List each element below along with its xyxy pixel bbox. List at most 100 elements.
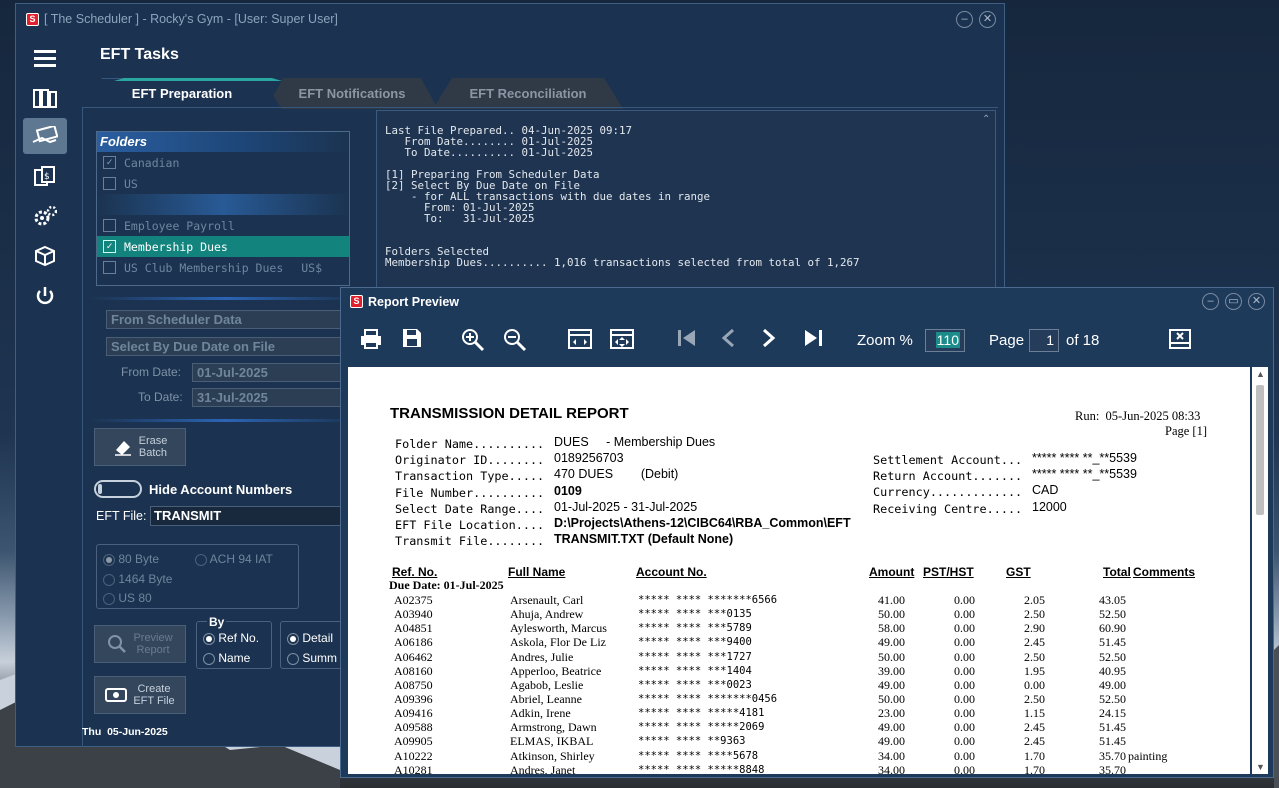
table-cell: ***** **** ***9400 (638, 636, 752, 649)
maximize-button[interactable]: ▭ (1225, 293, 1242, 310)
log-line: Membership Dues.......... 1,016 transact… (385, 256, 860, 269)
header-value: 470 DUES (Debit) (554, 467, 679, 482)
next-page-icon[interactable] (762, 328, 776, 351)
radio-detail[interactable] (287, 632, 299, 645)
radio-us-80[interactable] (103, 592, 115, 605)
menu-icon[interactable] (23, 40, 67, 76)
source-select[interactable]: From Scheduler Data (106, 310, 346, 329)
zoom-out-icon[interactable] (503, 328, 527, 355)
folder-item-membership-dues[interactable]: ✓ Membership Dues (97, 236, 349, 257)
close-button[interactable]: ✕ (979, 11, 996, 28)
header-label: Currency............. (873, 485, 1023, 500)
header-label: Transaction Type..... (395, 469, 545, 484)
radio-1464-byte[interactable] (103, 573, 115, 586)
tab-eft-notifications[interactable]: EFT Notifications (266, 78, 438, 109)
table-cell: ***** **** *****8848 (638, 763, 765, 774)
table-row: A10281 Andres, Janet ***** **** *****8848 3… (394, 763, 1206, 774)
table-cell: 0.00 (954, 593, 975, 608)
table-cell: Abriel, Leanne (510, 692, 582, 707)
save-icon[interactable] (402, 328, 422, 351)
last-page-icon[interactable] (803, 328, 823, 351)
documents-icon[interactable]: $ (23, 158, 67, 194)
folder-item-us-club-dues[interactable]: US Club Membership Dues US$ (97, 257, 349, 278)
table-cell: A10222 (394, 748, 433, 763)
table-cell: 0.00 (954, 706, 975, 721)
preview-report-button[interactable]: Preview Report (94, 625, 186, 663)
minimize-button[interactable]: – (956, 11, 973, 28)
method-select[interactable]: Select By Due Date on File (106, 337, 346, 356)
create-eft-file-button[interactable]: Create EFT File (94, 676, 186, 714)
section-divider (90, 419, 360, 422)
page-count: of 18 (1066, 332, 1100, 349)
eft-file-input[interactable]: TRANSMIT (150, 506, 350, 526)
header-label: Originator ID........ (395, 453, 545, 468)
table-cell: 0.00 (954, 677, 975, 692)
to-date-field[interactable]: 31-Jul-2025 (192, 388, 346, 407)
close-preview-icon[interactable] (1169, 329, 1191, 352)
table-cell: A06186 (394, 635, 433, 650)
table-cell: ***** **** *******6566 (638, 594, 778, 607)
folder-item-employee-payroll[interactable]: Employee Payroll (97, 215, 349, 236)
fit-page-icon[interactable] (610, 328, 634, 353)
report-title-bar: S Report Preview (341, 288, 1273, 315)
table-cell: 0.00 (954, 649, 975, 664)
table-cell: 2.50 (1024, 692, 1045, 707)
settings-gears-icon[interactable] (23, 198, 67, 234)
scroll-up-icon[interactable]: ⌃ (982, 114, 990, 125)
folder-item-canadian[interactable]: ✓ Canadian (97, 152, 349, 173)
close-button[interactable]: ✕ (1248, 293, 1265, 310)
radio-name[interactable] (203, 652, 215, 665)
scrollbar-thumb[interactable] (1256, 385, 1264, 515)
hide-account-toggle[interactable] (94, 480, 142, 498)
table-cell: 1.70 (1024, 762, 1045, 774)
checkbox[interactable]: ✓ (103, 240, 116, 253)
table-cell: 34.00 (878, 762, 905, 774)
page-input[interactable]: 1 (1029, 329, 1059, 352)
vertical-scrollbar[interactable]: ▲ ▼ (1252, 367, 1268, 774)
table-cell: 49.00 (878, 677, 905, 692)
checkbox[interactable] (103, 177, 116, 190)
fit-width-icon[interactable] (568, 328, 592, 353)
package-icon[interactable] (23, 238, 67, 274)
checkbox[interactable] (103, 261, 116, 274)
report-page-number: Page [1] (1165, 424, 1207, 438)
zoom-input[interactable]: 110 (925, 329, 965, 352)
folder-separator (97, 194, 349, 215)
report-preview-window: S Report Preview – ▭ ✕ Zoom % 110 Page 1… (340, 287, 1274, 778)
table-row: A10222 Atkinson, Shirley ***** **** ****56… (394, 749, 1206, 763)
group-due-date: Due Date: 01-Jul-2025 (389, 578, 504, 592)
radio-ref-no[interactable] (203, 632, 215, 645)
previous-page-icon[interactable] (721, 328, 735, 351)
table-cell: ***** **** ***1727 (638, 650, 752, 663)
col-full-name: Full Name (508, 565, 566, 579)
table-cell: A08160 (394, 663, 433, 678)
table-cell: 2.50 (1024, 649, 1045, 664)
table-cell: Aylesworth, Marcus (510, 621, 607, 636)
print-icon[interactable] (360, 328, 382, 353)
first-page-icon[interactable] (677, 328, 697, 351)
tab-eft-preparation[interactable]: EFT Preparation (82, 78, 282, 109)
minimize-button[interactable]: – (1202, 293, 1219, 310)
radio-summary[interactable] (287, 652, 299, 665)
erase-batch-button[interactable]: Erase Batch (94, 428, 186, 466)
checkbox[interactable]: ✓ (103, 156, 116, 169)
folder-item-us[interactable]: US (97, 173, 349, 194)
folders-header: Folders (97, 132, 349, 152)
table-cell (1126, 635, 1206, 649)
books-icon[interactable] (23, 80, 67, 116)
table-cell (1126, 720, 1206, 734)
zoom-in-icon[interactable] (461, 328, 485, 355)
power-icon[interactable] (23, 278, 67, 314)
table-cell: A09588 (394, 720, 433, 735)
table-cell: 50.00 (878, 649, 905, 664)
radio-80-byte[interactable] (103, 553, 115, 566)
svg-text:$: $ (44, 172, 50, 182)
table-cell: 1.70 (1024, 748, 1045, 763)
radio-ach-94-iat[interactable] (195, 553, 207, 566)
from-date-field[interactable]: 01-Jul-2025 (192, 363, 346, 382)
magnifier-icon (108, 635, 127, 653)
table-cell (1126, 593, 1206, 607)
eft-payment-icon[interactable] (23, 118, 67, 154)
checkbox[interactable] (103, 219, 116, 232)
tab-eft-reconciliation[interactable]: EFT Reconciliation (433, 78, 623, 109)
